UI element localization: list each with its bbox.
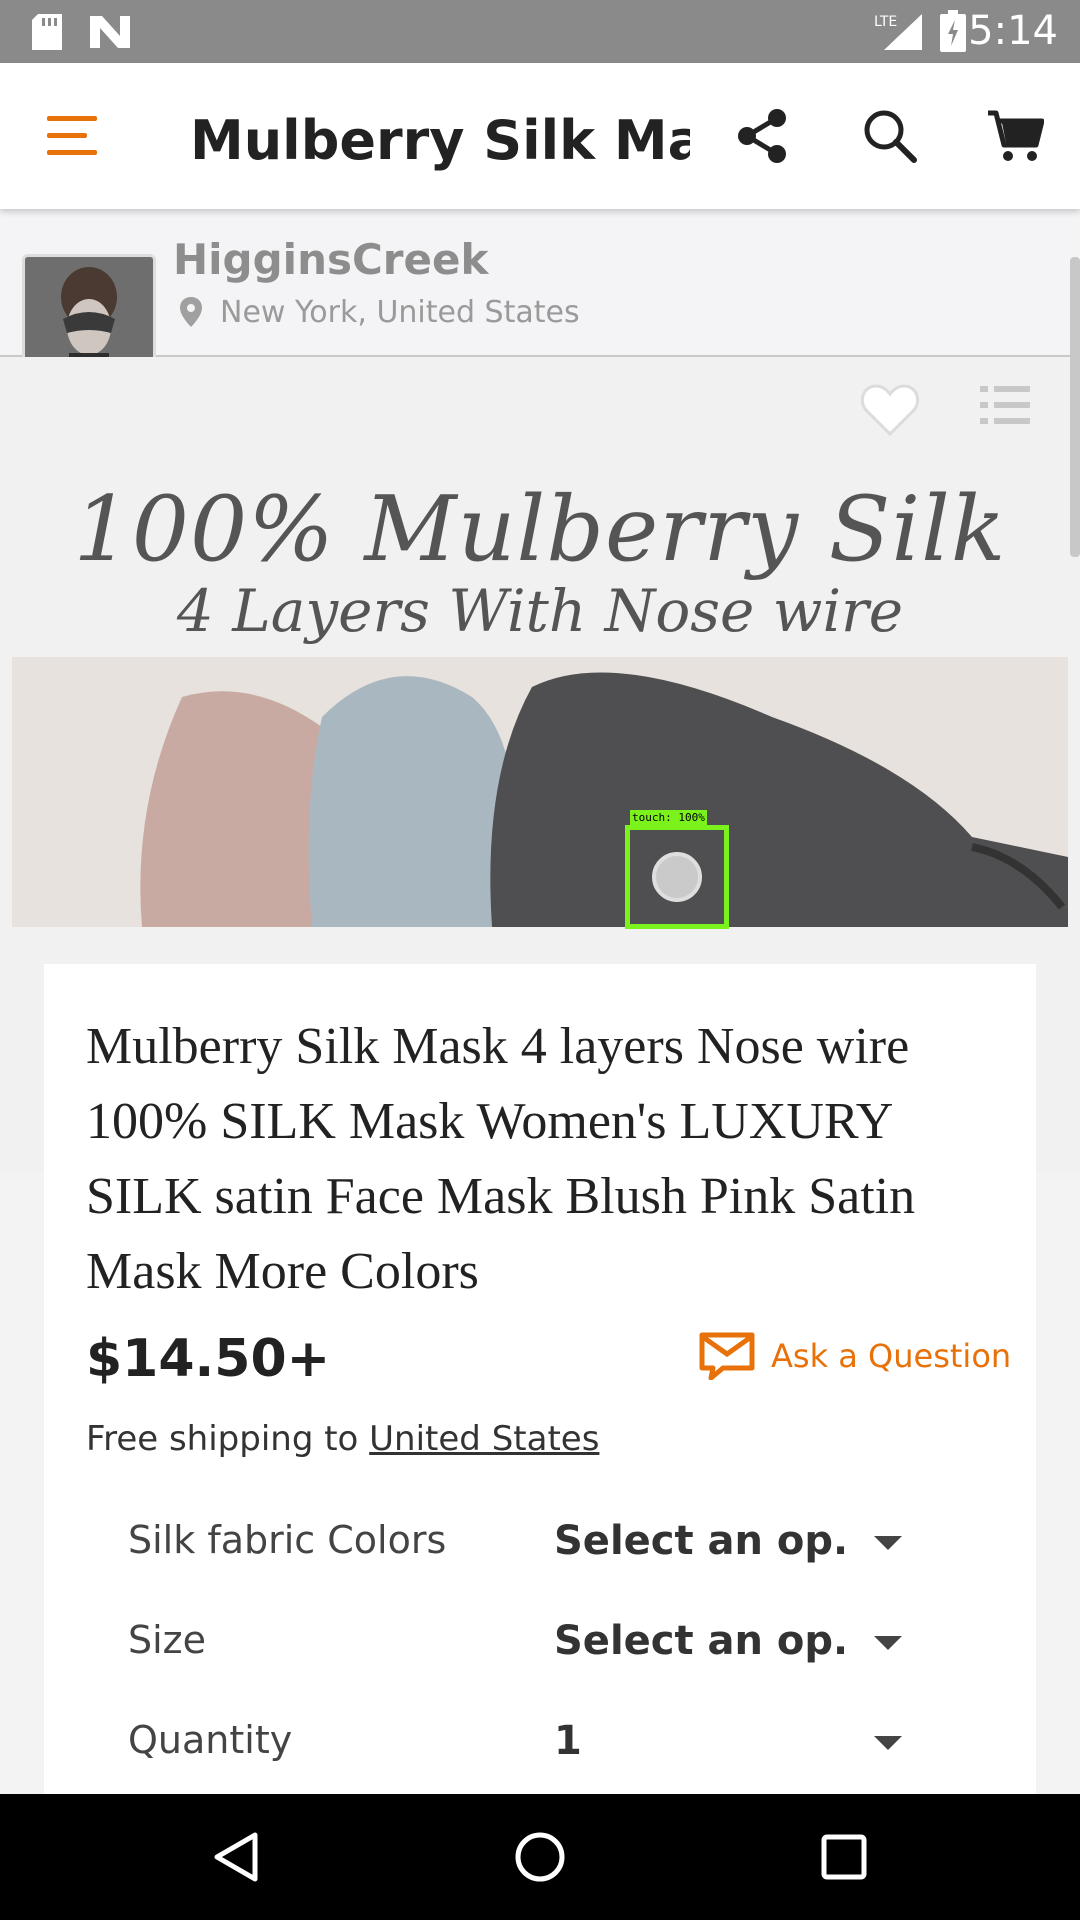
heart-icon [860,384,920,437]
product-title: Mulberry Silk Mask 4 layers Nose wire 10… [86,1018,916,1300]
favorite-button[interactable] [860,382,920,443]
image-headline: 100% Mulberry Silk [73,477,1007,582]
system-nav-bar [0,1794,1080,1920]
chevron-down-icon [874,1636,902,1650]
location-pin-icon [180,297,202,327]
cart-icon [988,110,1044,161]
shop-location: New York, United States [220,295,580,330]
recents-icon [821,1834,867,1880]
share-button[interactable] [708,63,818,209]
product-price: $14.50+ [86,1329,331,1389]
option-label: Quantity [128,1718,293,1762]
status-bar: LTE 5:14 [0,0,1080,63]
listing-content[interactable]: HigginsCreek New York, United States 100… [0,209,1080,1794]
add-to-list-button[interactable] [980,382,1030,433]
menu-button[interactable] [18,63,128,209]
back-icon [214,1832,258,1882]
option-row-colors[interactable]: Silk fabric Colors Select an op.. [128,1496,968,1596]
size-select[interactable]: Select an op.. [554,1618,844,1664]
ask-question-label: Ask a Question [771,1337,1012,1375]
back-button[interactable] [166,1794,306,1920]
shipping-info: Free shipping to United States [86,1419,599,1459]
touch-label: touch: 100% [630,810,707,825]
cart-button[interactable] [960,63,1070,209]
image-subheadline: 4 Layers With Nose wire [176,577,904,645]
option-label: Size [128,1618,207,1662]
shipping-destination-link[interactable]: United States [369,1419,599,1459]
app-bar: Mulberry Silk Mas... [0,63,1080,209]
chevron-down-icon [874,1536,902,1550]
ask-question-button[interactable]: Ask a Question [699,1332,1011,1380]
option-row-size[interactable]: Size Select an op.. [128,1596,968,1696]
product-info-card: Mulberry Silk Mask 4 layers Nose wire 10… [44,964,1036,1794]
status-time: 5:14 [968,8,1058,54]
search-icon [864,110,917,163]
menu-icon [47,116,97,155]
recents-button[interactable] [774,1794,914,1920]
touch-indicator: touch: 100% [625,810,729,929]
mail-icon [699,1332,755,1380]
shop-header[interactable]: HigginsCreek New York, United States [0,209,1080,386]
battery-charging-icon [940,10,966,52]
share-icon [738,109,786,163]
option-row-quantity[interactable]: Quantity 1 [128,1696,968,1794]
search-button[interactable] [835,63,945,209]
quantity-select[interactable]: 1 [554,1718,844,1764]
sd-card-icon [32,14,62,50]
home-icon [515,1832,565,1882]
signal-lte-icon: LTE [874,14,922,50]
option-label: Silk fabric Colors [128,1518,447,1562]
product-photo [12,657,1068,927]
shipping-prefix: Free shipping to [86,1419,359,1459]
svg-text:LTE: LTE [874,14,897,30]
scrollbar[interactable] [1070,257,1080,557]
notification-n-icon [90,16,130,48]
page-title: Mulberry Silk Mas... [190,109,690,172]
touch-point [652,852,702,902]
shop-name[interactable]: HigginsCreek [173,235,488,284]
home-button[interactable] [470,1794,610,1920]
chevron-down-icon [874,1736,902,1750]
list-icon [980,386,1030,424]
colors-select[interactable]: Select an op.. [554,1518,844,1564]
